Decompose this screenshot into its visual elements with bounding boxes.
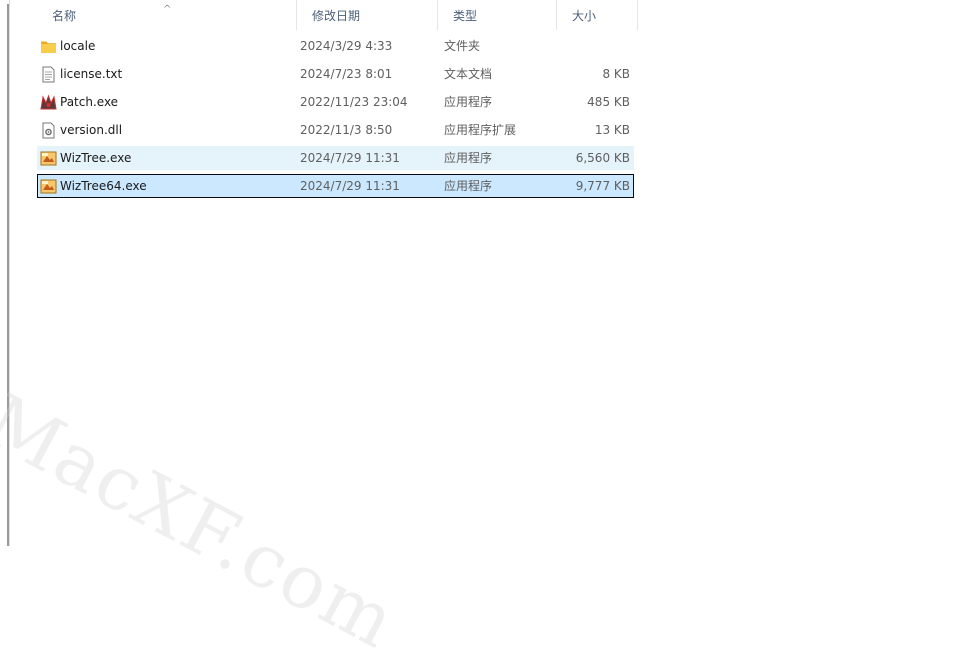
column-header-name-label: 名称 xyxy=(52,9,77,23)
file-type: 应用程序 xyxy=(444,95,493,109)
file-name-cell: WizTree64.exe xyxy=(37,174,297,198)
file-size: 485 KB xyxy=(587,95,630,109)
file-type: 文件夹 xyxy=(444,39,481,53)
file-name: WizTree.exe xyxy=(60,151,132,165)
file-name-cell: version.dll xyxy=(37,118,297,142)
watermark: MacXF.com xyxy=(0,377,411,666)
file-name-cell: locale xyxy=(37,34,297,58)
file-size: 6,560 KB xyxy=(575,151,630,165)
file-name: version.dll xyxy=(60,123,123,137)
file-modified: 2024/7/29 11:31 xyxy=(300,179,400,193)
file-modified: 2024/3/29 4:33 xyxy=(300,39,393,53)
file-name: Patch.exe xyxy=(60,95,119,109)
file-modified: 2024/7/23 8:01 xyxy=(300,67,393,81)
dll-file-icon xyxy=(42,122,55,139)
file-row[interactable]: license.txt 2024/7/23 8:01 文本文档 8 KB xyxy=(37,62,634,86)
file-name-cell: license.txt xyxy=(37,62,297,86)
column-header-modified-label: 修改日期 xyxy=(312,9,361,23)
column-header-size[interactable]: 大小 xyxy=(557,0,638,30)
column-header-type-label: 类型 xyxy=(453,9,478,23)
file-name-cell: Patch.exe xyxy=(37,90,297,114)
file-modified: 2022/11/3 8:50 xyxy=(300,123,393,137)
column-header-bar: 名称 ^ 修改日期 类型 大小 xyxy=(37,0,638,31)
file-name-cell: WizTree.exe xyxy=(37,146,297,170)
file-type: 应用程序扩展 xyxy=(444,123,517,137)
file-size: 13 KB xyxy=(594,123,630,137)
text-file-icon xyxy=(42,66,55,83)
column-header-size-label: 大小 xyxy=(572,9,597,23)
file-size: 8 KB xyxy=(602,67,630,81)
navigation-pane-edge xyxy=(0,0,10,546)
file-row[interactable]: WizTree64.exe 2024/7/29 11:31 应用程序 9,777… xyxy=(37,174,634,198)
column-header-type[interactable]: 类型 xyxy=(438,0,557,30)
file-row[interactable]: locale 2024/3/29 4:33 文件夹 xyxy=(37,34,634,58)
file-type: 应用程序 xyxy=(444,151,493,165)
file-name: locale xyxy=(60,39,96,53)
column-header-name[interactable]: 名称 ^ xyxy=(37,0,297,30)
file-type: 文本文档 xyxy=(444,67,493,81)
folder-icon xyxy=(41,41,56,53)
file-size: 9,777 KB xyxy=(575,179,630,193)
file-size xyxy=(557,34,630,58)
file-type: 应用程序 xyxy=(444,179,493,193)
file-modified: 2022/11/23 23:04 xyxy=(300,95,408,109)
column-header-modified[interactable]: 修改日期 xyxy=(297,0,438,30)
file-modified: 2024/7/29 11:31 xyxy=(300,151,400,165)
file-name: WizTree64.exe xyxy=(60,179,147,193)
patch-exe-icon xyxy=(40,94,57,110)
file-list: locale 2024/3/29 4:33 文件夹 license.txt 20… xyxy=(37,34,634,202)
file-row[interactable]: Patch.exe 2022/11/23 23:04 应用程序 485 KB xyxy=(37,90,634,114)
file-name: license.txt xyxy=(60,67,123,81)
sort-ascending-icon: ^ xyxy=(163,4,172,15)
wiztree-icon xyxy=(40,151,57,166)
file-row[interactable]: WizTree.exe 2024/7/29 11:31 应用程序 6,560 K… xyxy=(37,146,634,170)
file-row[interactable]: version.dll 2022/11/3 8:50 应用程序扩展 13 KB xyxy=(37,118,634,142)
wiztree-icon xyxy=(40,179,57,194)
